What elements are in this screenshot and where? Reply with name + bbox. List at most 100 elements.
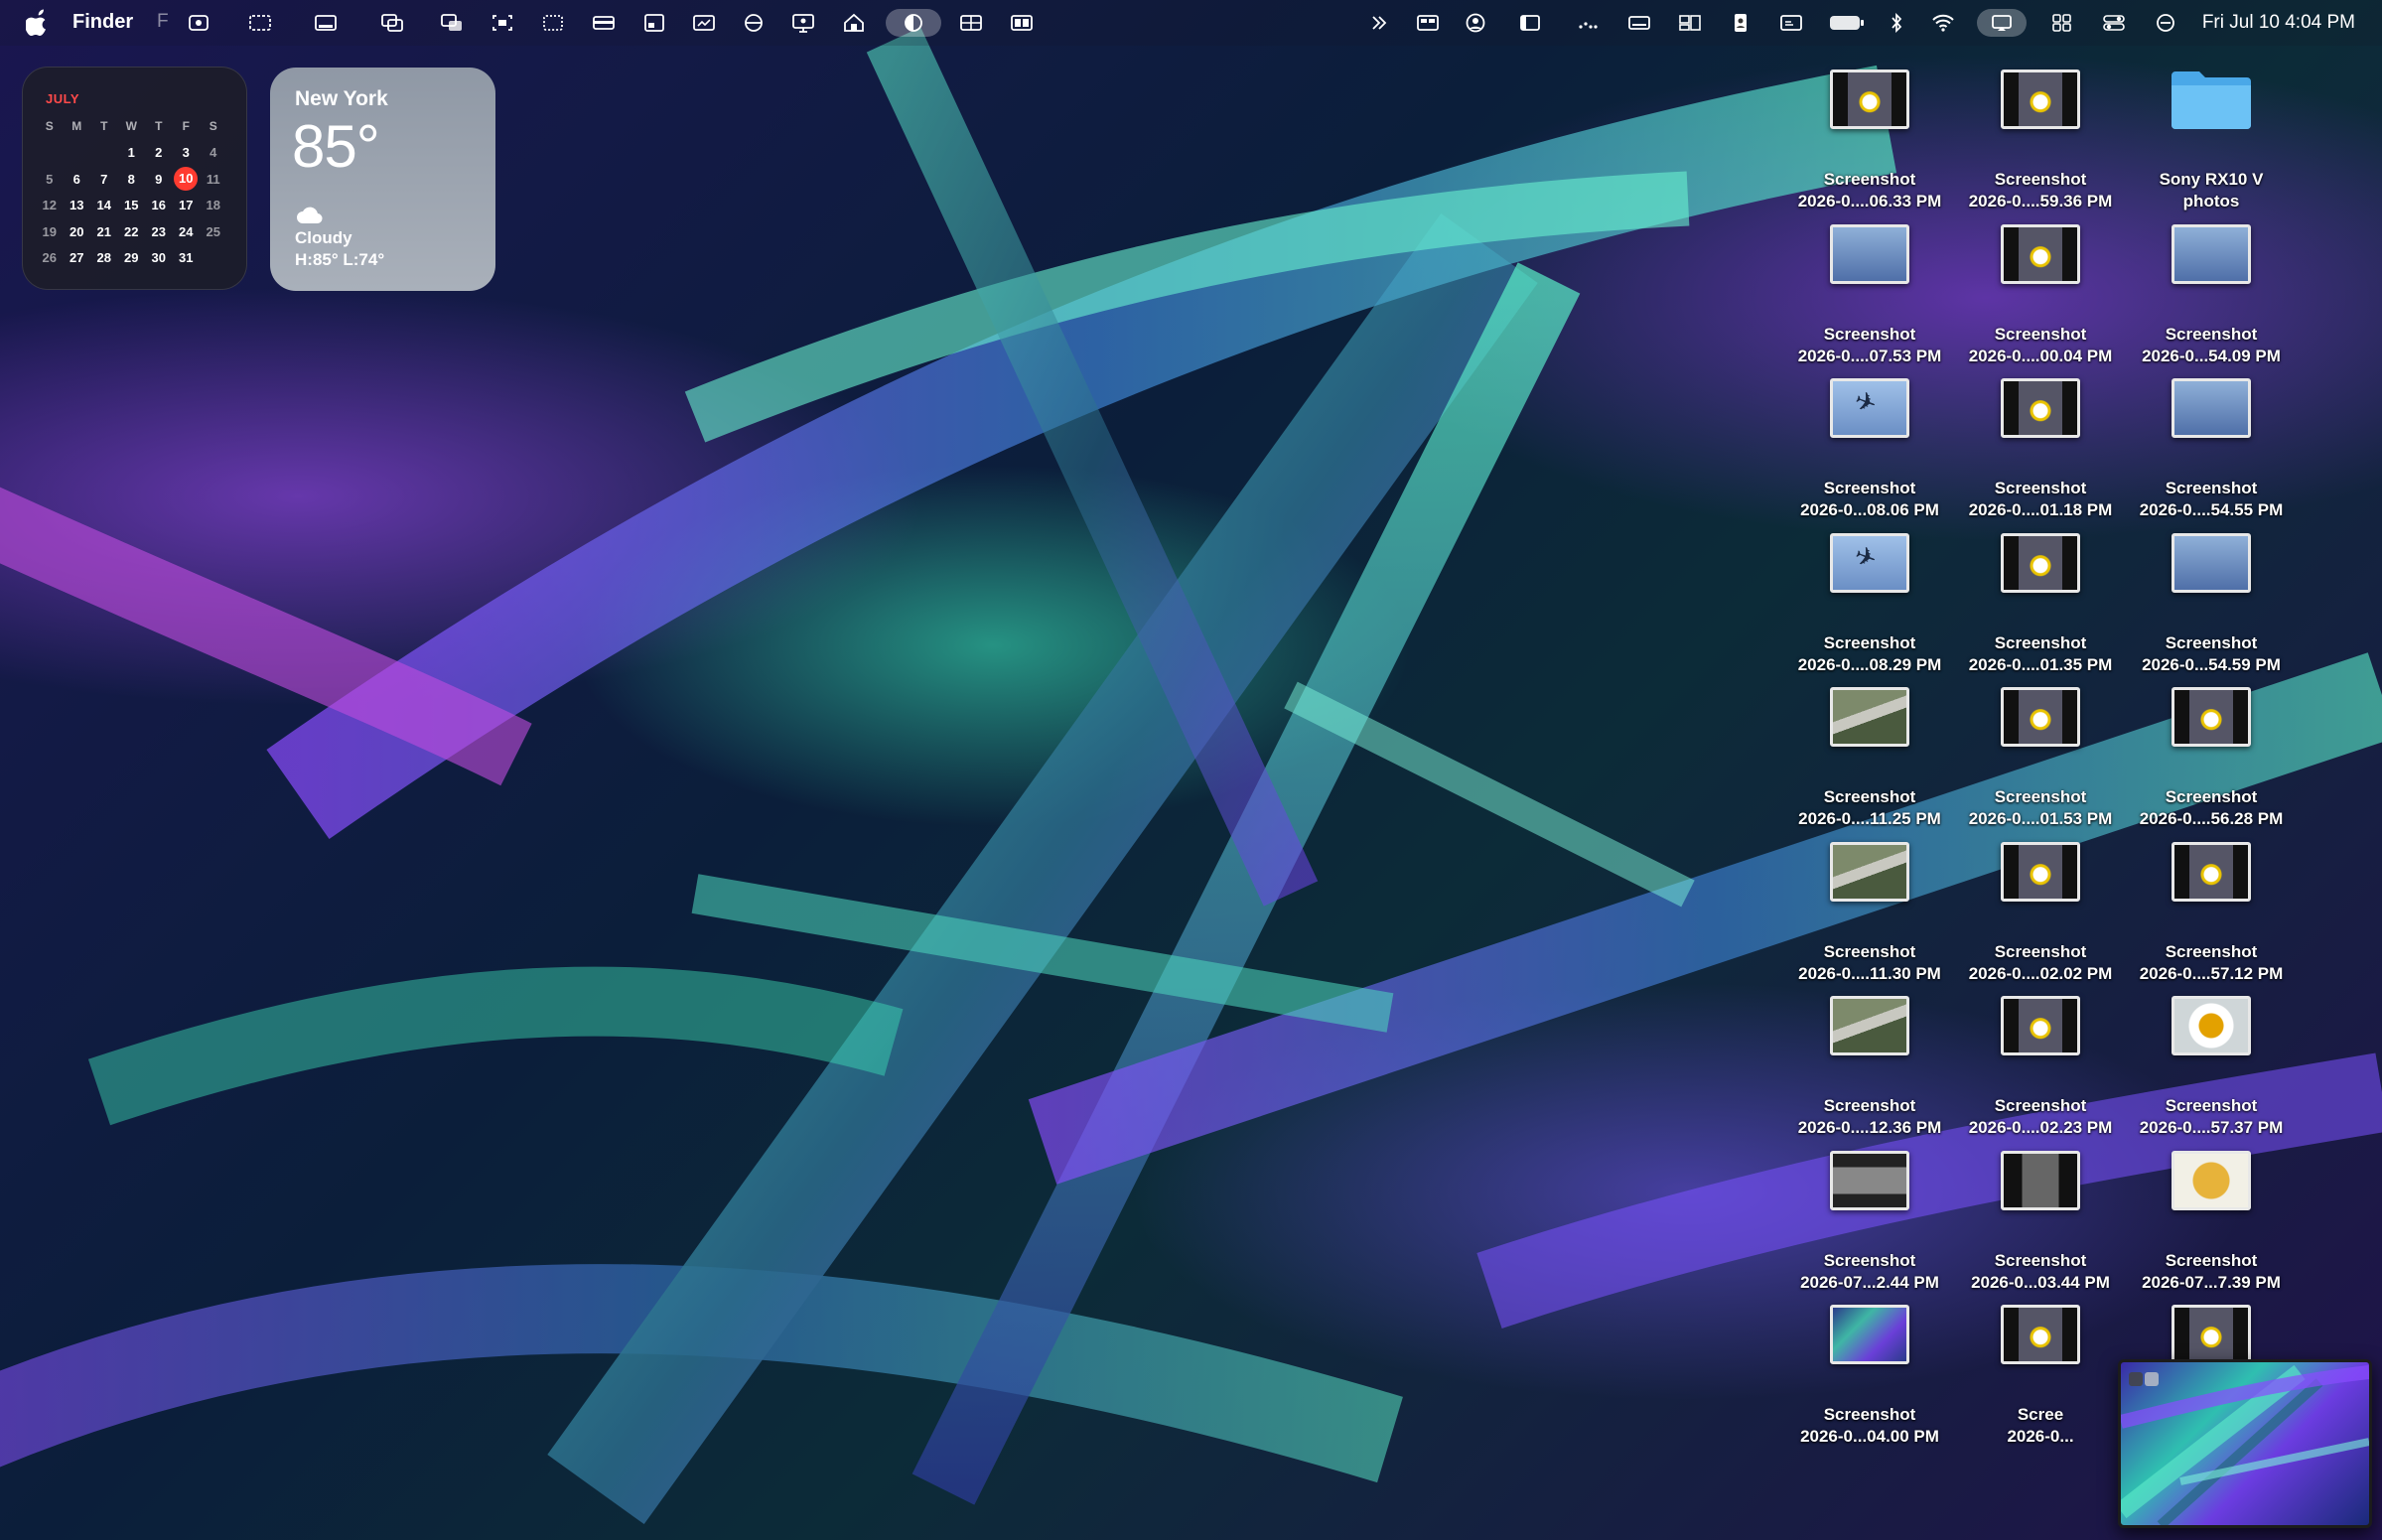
file-name-label: Screenshot 2026-0....57.12 PM [2132, 941, 2291, 985]
stacked-windows-icon[interactable] [380, 13, 404, 33]
bluetooth-icon[interactable] [1885, 13, 1908, 33]
toggles-icon[interactable] [2102, 13, 2126, 33]
file-thumbnail-area [1790, 216, 1949, 316]
half-circle-icon[interactable] [742, 13, 766, 33]
screen-icon[interactable] [642, 13, 666, 33]
focus-icon[interactable] [2154, 13, 2177, 33]
screenshot-thumbnail [2172, 841, 2251, 902]
file-name-line2: 2026-0....59.36 PM [1968, 192, 2113, 210]
screenshot-thumbnail [2172, 378, 2251, 438]
file-name-label: Screenshot 2026-0...08.06 PM [1790, 478, 1949, 521]
desktop-file-icon[interactable]: Screenshot 2026-0....54.55 PM [2132, 370, 2291, 521]
desktop-file-icon[interactable]: Screenshot 2026-0....06.33 PM [1790, 62, 1949, 212]
file-name-line2: 2026-07...2.44 PM [1800, 1272, 1939, 1292]
file-name-line2: 2026-0....11.25 PM [1798, 809, 1941, 828]
file-thumbnail-area [2132, 988, 2291, 1087]
desktop-folder[interactable]: Sony RX10 V photos [2132, 62, 2291, 212]
dots-icon[interactable] [1576, 13, 1600, 33]
overflow-chevron-icon[interactable] [1367, 13, 1391, 33]
desktop-file-icon[interactable]: Scree 2026-0... [1961, 1297, 2120, 1448]
presentation-icon[interactable] [791, 13, 815, 33]
dock-icon[interactable] [314, 13, 338, 33]
file-name-line2: 2026-0....57.12 PM [2139, 963, 2284, 983]
display-icon[interactable] [1627, 13, 1651, 33]
bar-icon[interactable] [592, 13, 616, 33]
file-name-label: Screenshot 2026-0....06.33 PM [1790, 169, 1949, 212]
file-name-line1: Screenshot [1823, 479, 1916, 497]
desktop-file-icon[interactable]: Screenshot 2026-0...03.44 PM [1961, 1143, 2120, 1294]
desktop-file-icon[interactable]: Screenshot 2026-0....59.36 PM [1961, 62, 2120, 212]
desktop-file-icon[interactable]: Screenshot 2026-0....01.18 PM [1961, 370, 2120, 521]
apple-menu-icon[interactable] [26, 9, 50, 37]
desktop-file-icon[interactable]: Screenshot 2026-0....57.12 PM [2132, 834, 2291, 985]
desktop-file-icon[interactable]: Screenshot 2026-0....12.36 PM [1790, 988, 1949, 1139]
windows2-icon[interactable] [440, 13, 464, 33]
screen-mirror-icon[interactable] [1977, 9, 2027, 37]
screenshot-thumbnail [2172, 223, 2251, 284]
desktop-file-icon[interactable]: Screenshot 2026-0...08.06 PM [1790, 370, 1949, 521]
wifi-icon[interactable] [1931, 13, 1955, 33]
desktop-file-icon[interactable]: Screenshot 2026-0...04.00 PM [1790, 1297, 1949, 1448]
control-center-icon[interactable] [2050, 13, 2074, 33]
folder-icon [2172, 71, 2251, 129]
user-icon[interactable] [1464, 13, 1487, 33]
file-name-line1: Screenshot [2165, 324, 2258, 344]
battery-icon[interactable] [1829, 13, 1865, 33]
windows-icon[interactable] [1678, 13, 1702, 33]
sidebar-icon[interactable] [1518, 13, 1542, 33]
file-thumbnail-area [1790, 370, 1949, 470]
file-name-label: Screenshot 2026-0....01.18 PM [1961, 478, 2120, 521]
privacy-icon[interactable] [886, 9, 941, 37]
desktop-file-icon[interactable]: Screenshot 2026-0....01.35 PM [1961, 525, 2120, 676]
split-view-icon[interactable] [1010, 13, 1034, 33]
monitor-icon[interactable] [692, 13, 716, 33]
screenshot-thumbnail [1830, 996, 1909, 1055]
focus-capture-icon[interactable] [490, 13, 514, 33]
grid-icon[interactable] [959, 13, 983, 33]
desktop-file-icon[interactable]: Screenshot 2026-0....02.23 PM [1961, 988, 2120, 1139]
screenshot-preview-thumbnail[interactable] [2118, 1359, 2372, 1528]
desktop-file-icon[interactable]: Screenshot2026-0....08.29 PM [1790, 525, 1949, 676]
desktop-file-icon[interactable]: Screenshot 2026-07...7.39 PM [2132, 1143, 2291, 1294]
desktop-file-icon[interactable]: Screenshot 2026-0....00.04 PM [1961, 216, 2120, 367]
desktop-file-icon[interactable]: Screenshot 2026-0....01.53 PM [1961, 679, 2120, 830]
file-name-line2: 2026-0...03.44 PM [1971, 1272, 2110, 1292]
active-app-menu[interactable]: Finder [72, 11, 133, 34]
control-icon[interactable] [1416, 13, 1440, 33]
file-name-label: Screenshot 2026-0....01.35 PM [1961, 632, 2120, 676]
file-name-line2: 2026-0....12.36 PM [1797, 1118, 1942, 1137]
desktop-file-icon[interactable]: Screenshot 2026-0....02.02 PM [1961, 834, 2120, 985]
desktop-file-icon[interactable]: Screenshot 2026-0....11.25 PM [1790, 679, 1949, 830]
file-name-line2: 2026-0....56.28 PM [2139, 809, 2284, 828]
desktop-file-icon[interactable]: Screenshot 2026-0...54.09 PM [2132, 216, 2291, 367]
card-icon[interactable] [1779, 13, 1803, 33]
contact-icon[interactable] [1729, 13, 1752, 33]
file-name-line2: photos [2182, 192, 2240, 210]
file-thumbnail-area [1790, 1297, 1949, 1396]
file-name-label: Screenshot 2026-0...03.44 PM [1961, 1250, 2120, 1294]
menu-bar-clock[interactable]: Fri Jul 10 4:04 PM [2202, 12, 2355, 34]
file-name-label: Screenshot 2026-0....02.23 PM [1961, 1095, 2120, 1139]
file-thumbnail-area [1790, 1143, 1949, 1242]
file-name-line2: 2026-0....06.33 PM [1797, 192, 1942, 210]
desktop-file-icon[interactable]: Screenshot 2026-07...2.44 PM [1790, 1143, 1949, 1294]
file-name-label: Screenshot 2026-0....12.36 PM [1790, 1095, 1949, 1139]
screenshot-icon[interactable] [187, 13, 210, 33]
file-thumbnail-area [1790, 62, 1949, 161]
desktop-file-icon[interactable]: Screenshot 2026-0....56.28 PM [2132, 679, 2291, 830]
desktop-file-icon[interactable]: Screenshot 2026-0....07.53 PM [1790, 216, 1949, 367]
window-capture-icon[interactable] [248, 13, 272, 33]
file-name-line1: Screenshot [1994, 479, 2087, 497]
screenshot-thumbnail [1830, 1150, 1909, 1210]
desktop-file-icon[interactable]: Screenshot 2026-0....57.37 PM [2132, 988, 2291, 1139]
file-name-line2: 2026-0....54.55 PM [2139, 500, 2284, 519]
file-name-line1: Screenshot [2165, 787, 2258, 806]
screenshot-thumbnail [1830, 223, 1909, 284]
app-menu-faded[interactable]: F [157, 11, 169, 33]
screenshot-thumbnail [1830, 532, 1909, 593]
home-icon[interactable] [842, 13, 866, 33]
selection-icon[interactable] [541, 13, 565, 33]
desktop-file-icon[interactable]: Screenshot 2026-0...54.59 PM [2132, 525, 2291, 676]
file-name-line1: Screenshot [2165, 479, 2258, 497]
desktop-file-icon[interactable]: Screenshot 2026-0....11.30 PM [1790, 834, 1949, 985]
